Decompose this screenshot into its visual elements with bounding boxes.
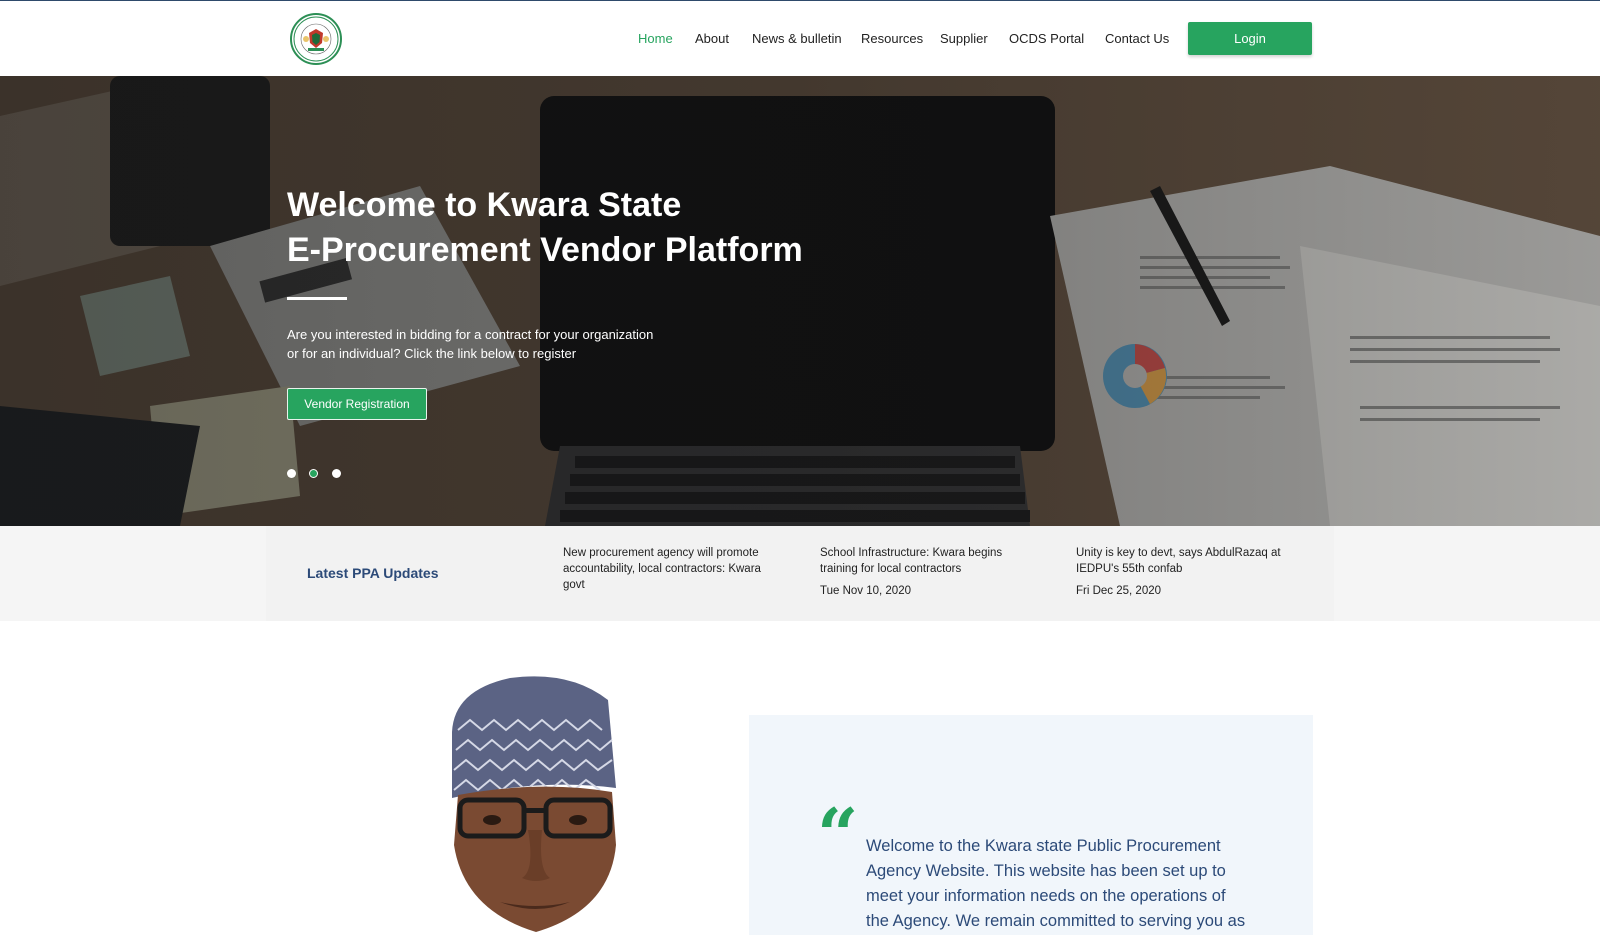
update-item-1[interactable]: New procurement agency will promote acco… <box>563 545 783 593</box>
updates-title: Latest PPA Updates <box>307 565 439 581</box>
update-headline: Unity is key to devt, says AbdulRazaq at… <box>1076 547 1281 575</box>
site-header: Home About News & bulletin Resources Sup… <box>0 1 1600 76</box>
nav-supplier[interactable]: Supplier <box>940 31 988 46</box>
latest-updates-bar: Latest PPA Updates New procurement agenc… <box>266 526 1334 621</box>
governor-photo <box>452 676 616 932</box>
quote-icon: “ <box>817 792 859 877</box>
login-button[interactable]: Login <box>1188 22 1312 55</box>
nav-contact-us[interactable]: Contact Us <box>1105 31 1169 46</box>
nav-home[interactable]: Home <box>638 31 673 46</box>
hero-overlay <box>0 76 1600 526</box>
slider-dot-1[interactable] <box>287 469 296 478</box>
hero-slider: Welcome to Kwara State E-Procurement Ven… <box>0 76 1600 526</box>
welcome-message-line: the Agency. We remain committed to servi… <box>866 912 1246 930</box>
hero-title-line: Welcome to Kwara State <box>287 186 682 224</box>
hero-divider <box>287 297 347 300</box>
update-item-3[interactable]: Unity is key to devt, says AbdulRazaq at… <box>1076 545 1296 597</box>
nav-news-bulletin[interactable]: News & bulletin <box>752 31 842 46</box>
hero-description-line: or for an individual? Click the link bel… <box>287 346 577 361</box>
hero-description: Are you interested in bidding for a cont… <box>287 325 707 363</box>
governor-portrait <box>440 670 640 935</box>
update-headline: New procurement agency will promote acco… <box>563 547 761 591</box>
nav-resources[interactable]: Resources <box>861 31 923 46</box>
vendor-registration-button[interactable]: Vendor Registration <box>287 388 427 420</box>
welcome-message-box: “ Welcome to the Kwara state Public Proc… <box>749 715 1313 935</box>
hero-title-line: E-Procurement Vendor Platform <box>287 231 803 269</box>
welcome-message-line: Agency Website. This website has been se… <box>866 862 1226 880</box>
update-date: Fri Dec 25, 2020 <box>1076 585 1162 597</box>
slider-dot-2[interactable] <box>309 469 318 478</box>
site-logo[interactable] <box>290 13 342 65</box>
welcome-message: Welcome to the Kwara state Public Procur… <box>866 834 1266 934</box>
update-headline: School Infrastructure: Kwara begins trai… <box>820 547 1003 575</box>
hero-title: Welcome to Kwara State E-Procurement Ven… <box>287 183 927 273</box>
welcome-message-line: Welcome to the Kwara state Public Procur… <box>866 837 1221 855</box>
nav-about[interactable]: About <box>695 31 729 46</box>
hero-description-line: Are you interested in bidding for a cont… <box>287 327 654 342</box>
slider-dot-3[interactable] <box>332 469 341 478</box>
coat-of-arms-icon <box>293 16 339 62</box>
update-date: Tue Nov 10, 2020 <box>820 585 911 597</box>
nav-ocds-portal[interactable]: OCDS Portal <box>1009 31 1084 46</box>
update-item-2[interactable]: School Infrastructure: Kwara begins trai… <box>820 545 1040 597</box>
welcome-message-line: meet your information needs on the opera… <box>866 887 1226 905</box>
